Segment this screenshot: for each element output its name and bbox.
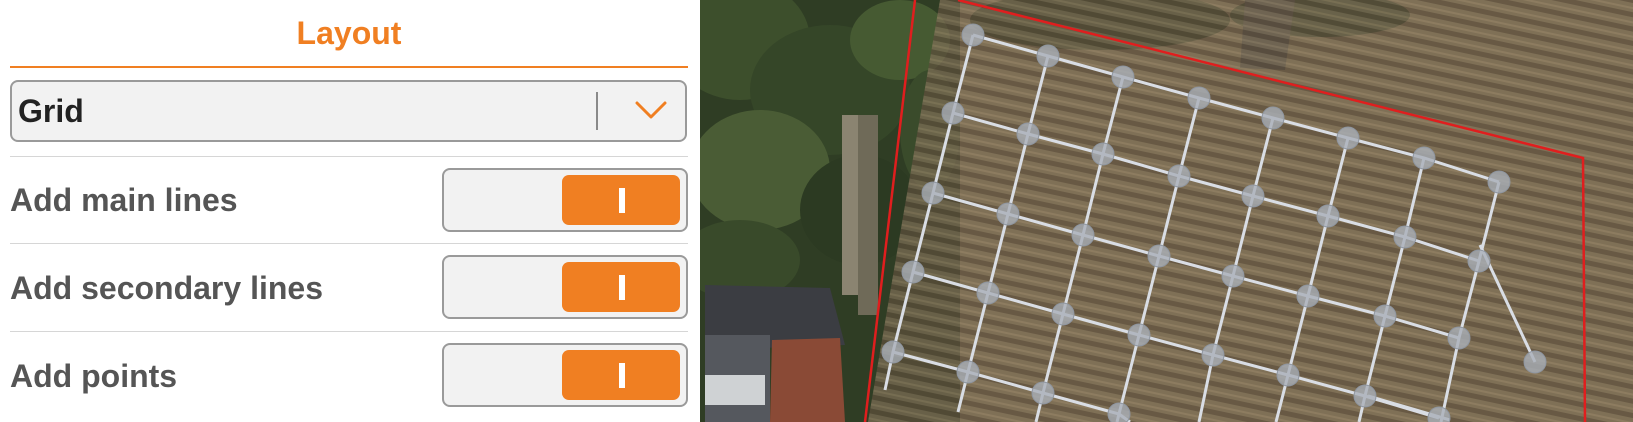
add-secondary-lines-label: Add secondary lines <box>10 270 323 306</box>
add-points-toggle[interactable] <box>442 343 688 407</box>
add-main-lines-label: Add main lines <box>10 182 238 218</box>
path <box>858 115 878 315</box>
layout-title: Layout <box>296 15 402 51</box>
toggle-on-icon <box>619 275 625 300</box>
title-divider <box>10 66 688 68</box>
layout-panel: Layout Grid Add main lines Add secondary… <box>0 0 700 422</box>
add-secondary-lines-toggle[interactable] <box>442 255 688 319</box>
toggle-on-icon <box>619 188 625 213</box>
satellite-map[interactable] <box>700 0 1633 422</box>
add-points-label: Add points <box>10 358 178 394</box>
row-divider <box>10 331 688 332</box>
row-divider <box>10 243 688 244</box>
toggle-on-icon <box>619 363 625 388</box>
toggle-knob <box>562 262 680 312</box>
toggle-knob <box>562 175 680 225</box>
layout-type-value: Grid <box>18 93 84 129</box>
toggle-knob <box>562 350 680 400</box>
add-main-lines-toggle[interactable] <box>442 168 688 232</box>
map-canvas[interactable] <box>700 0 1633 422</box>
chevron-down-icon <box>635 101 667 119</box>
dropdown-separator <box>596 92 598 130</box>
layout-type-dropdown[interactable]: Grid <box>10 80 687 142</box>
row-divider <box>10 156 688 157</box>
wall <box>842 115 858 295</box>
